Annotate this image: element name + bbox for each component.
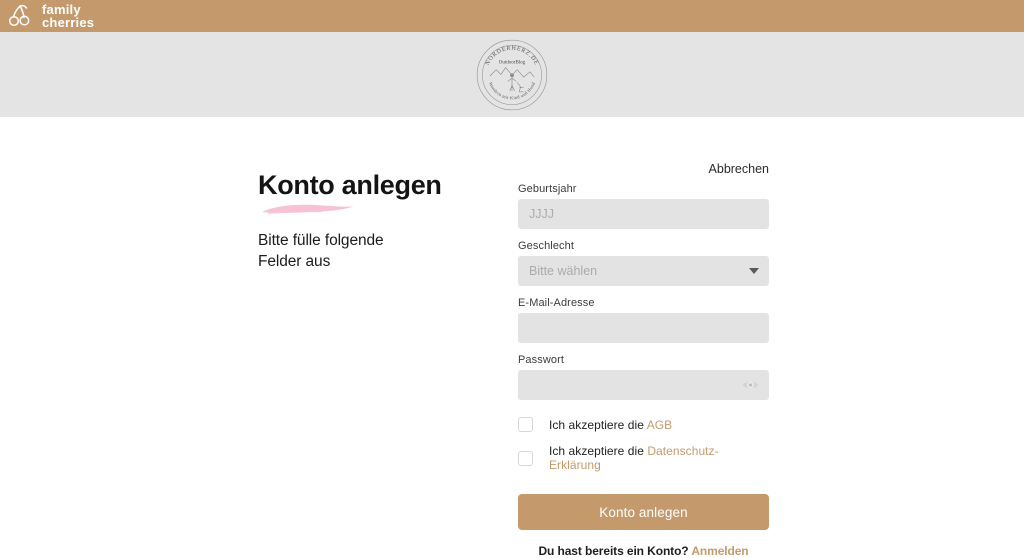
consent-row-privacy: Ich akzeptiere die Datenschutz-Erklärung [518, 444, 769, 472]
registration-form: Abbrechen Geburtsjahr Geschlecht Bitte w… [518, 162, 769, 558]
password-label: Passwort [518, 354, 565, 366]
field-email: E-Mail-Adresse [518, 297, 769, 343]
brand-line-1: family [42, 1, 81, 17]
birthyear-label: Geburtsjahr [518, 183, 577, 195]
privacy-label: Ich akzeptiere die Datenschutz-Erklärung [549, 444, 769, 472]
privacy-checkbox[interactable] [518, 450, 533, 466]
page-title: Konto anlegen [258, 170, 442, 200]
agb-link[interactable]: AGB [647, 418, 673, 432]
gender-label: Geschlecht [518, 240, 575, 252]
cherries-icon [8, 4, 30, 27]
title-underline [260, 202, 488, 218]
main-content: Konto anlegen Bitte fülle folgende Felde… [0, 117, 1024, 558]
login-hint: Du hast bereits ein Konto? Anmelden [518, 544, 769, 558]
login-link[interactable]: Anmelden [691, 544, 748, 558]
consent-checkboxes: Ich akzeptiere die AGB Ich akzeptiere di… [518, 417, 769, 472]
login-hint-prefix: Du hast bereits ein Konto? [538, 544, 692, 558]
brand-text: family cherries [42, 1, 95, 30]
privacy-label-prefix: Ich akzeptiere die [549, 444, 648, 458]
gender-select[interactable]: Bitte wählen [518, 256, 769, 286]
create-account-button[interactable]: Konto anlegen [518, 494, 769, 530]
agb-label-prefix: Ich akzeptiere die [549, 417, 647, 432]
page-subtitle: Bitte fülle folgende Felder aus [258, 231, 488, 272]
intro-column: Konto anlegen Bitte fülle folgende Felde… [258, 162, 488, 272]
cancel-link[interactable]: Abbrechen [709, 162, 769, 176]
field-password: Passwort [518, 354, 769, 400]
top-brand-bar: family cherries [0, 0, 1024, 32]
password-input[interactable] [518, 370, 769, 400]
consent-row-agb: Ich akzeptiere die AGB [518, 417, 769, 432]
email-label: E-Mail-Adresse [518, 297, 595, 309]
brush-stroke-icon [262, 204, 354, 215]
seal-band: NORDERHERZ.DE Wandern mit Kind und Hund … [0, 32, 1024, 117]
gender-select-value: Bitte wählen [529, 264, 598, 278]
subtitle-line-2: Felder aus [258, 252, 331, 270]
eye-icon[interactable] [741, 376, 760, 395]
site-seal: NORDERHERZ.DE Wandern mit Kind und Hund … [476, 39, 548, 110]
email-input[interactable] [518, 313, 769, 343]
birthyear-input[interactable] [518, 199, 769, 229]
agb-label: Ich akzeptiere die AGB [549, 418, 672, 432]
brand-logo[interactable]: family cherries [8, 1, 95, 30]
subtitle-line-1: Bitte fülle folgende [258, 232, 384, 250]
field-birthyear: Geburtsjahr [518, 183, 769, 229]
agb-checkbox[interactable] [518, 417, 533, 432]
field-gender: Geschlecht Bitte wählen [518, 240, 769, 286]
seal-center-text: OutdoorBlog [499, 60, 526, 65]
brand-line-2: cherries [42, 15, 95, 30]
